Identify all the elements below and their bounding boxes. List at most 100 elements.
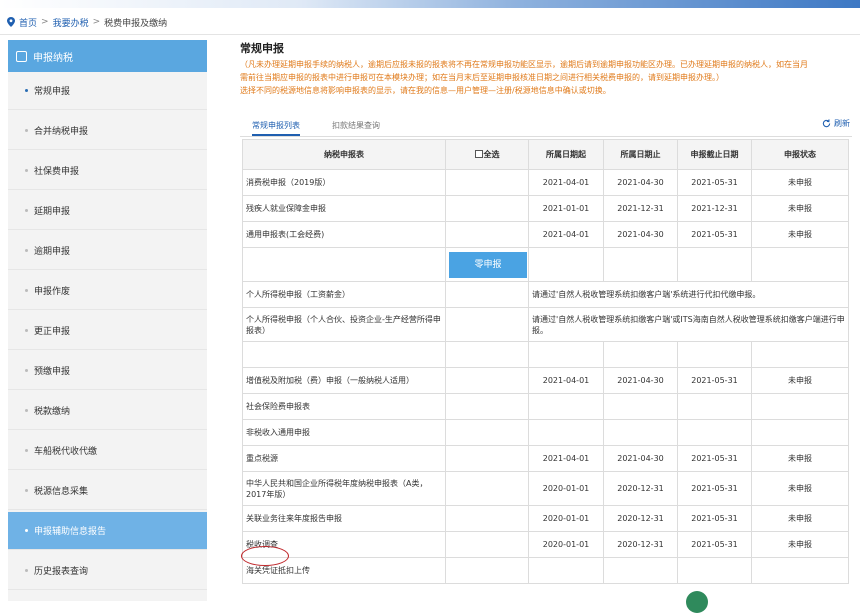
select-cell[interactable] [445, 531, 529, 558]
select-all-header[interactable]: 全选 [445, 139, 529, 170]
col-header-start: 所属日期起 [528, 139, 604, 170]
table-row[interactable]: 重点税源 2021-04-01 2021-04-30 2021-05-31 未申报 [242, 445, 849, 472]
form-name[interactable]: 非税收入通用申报 [242, 419, 446, 446]
select-cell[interactable] [445, 419, 529, 446]
sidebar-item-payment[interactable]: 税款缴纳 [8, 392, 207, 430]
status-text [751, 419, 849, 446]
top-banner [0, 0, 860, 8]
sidebar-item-label: 合并纳税申报 [34, 127, 89, 137]
form-name[interactable]: 中华人民共和国企业所得税年度纳税申报表（A类，2017年版） [242, 471, 446, 506]
empty-cell [677, 341, 752, 368]
notice-line: 选择不同的税源地信息将影响申报表的显示，请在我的信息—用户管理—注册/税源地信息… [240, 86, 611, 95]
form-name[interactable]: 残疾人就业保障金申报 [242, 195, 446, 222]
table-row[interactable]: 税收调查 2020-01-01 2020-12-31 2021-05-31 未申报 [242, 531, 849, 558]
form-name[interactable]: 个人所得税申报（工资薪金） [242, 281, 446, 308]
sidebar-item-prepay[interactable]: 预缴申报 [8, 352, 207, 390]
status-text: 未申报 [751, 169, 849, 196]
form-name[interactable]: 关联业务往来年度报告申报 [242, 505, 446, 532]
empty-cell [242, 341, 446, 368]
status-text [751, 393, 849, 420]
select-cell[interactable] [445, 471, 529, 506]
table-row[interactable]: 中华人民共和国企业所得税年度纳税申报表（A类，2017年版） 2020-01-0… [242, 471, 849, 506]
sidebar-item-label: 车船税代收代缴 [34, 447, 98, 457]
table-row[interactable]: 个人所得税申报（个人合伙、投资企业-生产经营所得申报表） 请通过'自然人税收管理… [242, 307, 849, 342]
breadcrumb-tax[interactable]: 我要办税 [53, 16, 89, 29]
redirect-note: 请通过'自然人税收管理系统扣缴客户端'或ITS海南自然人税收管理系统扣缴客户端进… [528, 307, 849, 342]
table-row[interactable]: 个人所得税申报（工资薪金） 请通过'自然人税收管理系统扣缴客户端'系统进行代扣代… [242, 281, 849, 308]
sidebar-item-deferred[interactable]: 延期申报 [8, 192, 207, 230]
refresh-button[interactable]: 刷新 [822, 118, 850, 129]
sidebar-item-merged[interactable]: 合并纳税申报 [8, 112, 207, 150]
sidebar-item-history[interactable]: 历史报表查询 [8, 552, 207, 590]
sidebar-item-overdue[interactable]: 逾期申报 [8, 232, 207, 270]
select-cell[interactable] [445, 169, 529, 196]
col-header-form: 纳税申报表 [242, 139, 446, 170]
form-name[interactable]: 增值税及附加税（费）申报（一般纳税人适用） [242, 367, 446, 394]
end-date [603, 419, 678, 446]
sidebar-item-label: 逾期申报 [34, 247, 71, 257]
end-date: 2020-12-31 [603, 531, 678, 558]
table-row[interactable]: 增值税及附加税（费）申报（一般纳税人适用） 2021-04-01 2021-04-… [242, 367, 849, 394]
form-name[interactable]: 重点税源 [242, 445, 446, 472]
status-text: 未申报 [751, 531, 849, 558]
select-cell[interactable] [445, 195, 529, 222]
col-header-status: 申报状态 [751, 139, 849, 170]
empty-cell [242, 247, 446, 282]
table-row[interactable]: 通用申报表(工会经费) 2021-04-01 2021-04-30 2021-05… [242, 221, 849, 248]
table-row[interactable]: 非税收入通用申报 [242, 419, 849, 446]
select-cell[interactable] [445, 505, 529, 532]
select-all-label: 全选 [483, 150, 500, 159]
sidebar-item-label: 常规申报 [34, 87, 71, 97]
location-pin-icon [7, 17, 15, 27]
form-name[interactable]: 个人所得税申报（个人合伙、投资企业-生产经营所得申报表） [242, 307, 446, 342]
sidebar-item-vehicle[interactable]: 车船税代收代缴 [8, 432, 207, 470]
sidebar-item-label: 申报辅助信息报告 [34, 527, 107, 537]
select-cell[interactable] [445, 557, 529, 584]
table-row[interactable]: 关联业务往来年度报告申报 2020-01-01 2020-12-31 2021-0… [242, 505, 849, 532]
sidebar-item-auxiliary[interactable]: 申报辅助信息报告 [8, 512, 207, 550]
sidebar-item-label: 更正申报 [34, 327, 71, 337]
deadline-date: 2021-05-31 [677, 445, 752, 472]
sidebar-item-void[interactable]: 申报作废 [8, 272, 207, 310]
form-name[interactable]: 消费税申报（2019版） [242, 169, 446, 196]
sidebar-item-label: 延期申报 [34, 207, 71, 217]
form-name[interactable]: 社会保险费申报表 [242, 393, 446, 420]
select-cell[interactable] [445, 445, 529, 472]
floating-badge-icon [686, 591, 708, 613]
zero-button-cell: 零申报 [445, 247, 529, 282]
select-cell[interactable] [445, 393, 529, 420]
select-cell [445, 281, 529, 308]
redirect-note: 请通过'自然人税收管理系统扣缴客户端'系统进行代扣代缴申报。 [528, 281, 849, 308]
bullet-icon [25, 209, 28, 212]
form-name[interactable]: 通用申报表(工会经费) [242, 221, 446, 248]
breadcrumb-current: 税费申报及缴纳 [104, 18, 168, 29]
empty-cell [603, 247, 678, 282]
sidebar-item-correct[interactable]: 更正申报 [8, 312, 207, 350]
sidebar-header[interactable]: 申报纳税 [8, 40, 207, 72]
select-cell[interactable] [445, 367, 529, 394]
tab-regular-list[interactable]: 常规申报列表 [252, 120, 300, 136]
empty-cell [528, 247, 604, 282]
sidebar-item-social[interactable]: 社保费申报 [8, 152, 207, 190]
select-all-checkbox[interactable] [474, 150, 483, 158]
bullet-icon [25, 169, 28, 172]
sidebar-item-source[interactable]: 税源信息采集 [8, 472, 207, 510]
table-row[interactable]: 海关凭证抵扣上传 [242, 557, 849, 584]
tab-deduction-results[interactable]: 扣款结果查询 [332, 120, 380, 131]
breadcrumb: 首页 > 我要办税 > 税费申报及缴纳 [7, 14, 167, 30]
sidebar-item-label: 申报作废 [34, 287, 71, 297]
table-row[interactable]: 残疾人就业保障金申报 2021-01-01 2021-12-31 2021-12-… [242, 195, 849, 222]
empty-cell [445, 341, 529, 368]
zero-declaration-row: 零申报 [242, 247, 849, 282]
table-row[interactable]: 社会保险费申报表 [242, 393, 849, 420]
breadcrumb-home[interactable]: 首页 [19, 16, 37, 29]
sidebar-item-label: 税款缴纳 [34, 407, 71, 417]
select-cell[interactable] [445, 221, 529, 248]
table-row[interactable]: 消费税申报（2019版） 2021-04-01 2021-04-30 2021-0… [242, 169, 849, 196]
sidebar-item-regular[interactable]: 常规申报 [8, 72, 207, 110]
start-date: 2021-04-01 [528, 169, 604, 196]
breadcrumb-divider [0, 34, 860, 35]
bullet-icon [25, 569, 28, 572]
start-date: 2021-04-01 [528, 445, 604, 472]
zero-declaration-button[interactable]: 零申报 [449, 251, 527, 278]
